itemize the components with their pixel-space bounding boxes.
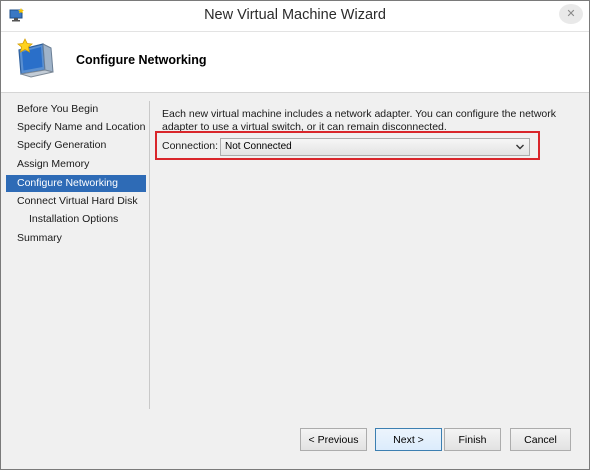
step-specify-generation[interactable]: Specify Generation: [6, 137, 146, 154]
connection-dropdown-value: Not Connected: [225, 141, 292, 152]
connection-dropdown[interactable]: Not Connected: [220, 138, 530, 156]
monitor-star-icon: [17, 38, 54, 78]
wizard-window: New Virtual Machine Wizard ✕ Configure N…: [0, 0, 590, 470]
cancel-button[interactable]: Cancel: [510, 428, 571, 451]
step-summary[interactable]: Summary: [6, 230, 146, 247]
step-assign-memory[interactable]: Assign Memory: [6, 156, 146, 173]
chevron-down-icon: [516, 144, 524, 150]
title-bar: New Virtual Machine Wizard ✕: [1, 1, 589, 32]
window-title: New Virtual Machine Wizard: [204, 7, 386, 23]
wizard-steps-sidebar: Before You Begin Specify Name and Locati…: [6, 101, 150, 409]
wizard-header: Configure Networking: [1, 32, 589, 93]
step-before-you-begin[interactable]: Before You Begin: [6, 101, 146, 118]
step-configure-networking[interactable]: Configure Networking: [6, 175, 146, 192]
finish-button[interactable]: Finish: [444, 428, 501, 451]
page-title: Configure Networking: [76, 53, 207, 67]
connection-label: Connection:: [162, 140, 219, 152]
step-connect-virtual-hard-disk[interactable]: Connect Virtual Hard Disk: [6, 193, 146, 210]
next-button[interactable]: Next >: [375, 428, 442, 451]
close-button[interactable]: ✕: [559, 4, 583, 24]
previous-button[interactable]: < Previous: [300, 428, 367, 451]
step-installation-options[interactable]: Installation Options: [6, 211, 146, 228]
step-specify-name-and-location[interactable]: Specify Name and Location: [6, 119, 146, 136]
